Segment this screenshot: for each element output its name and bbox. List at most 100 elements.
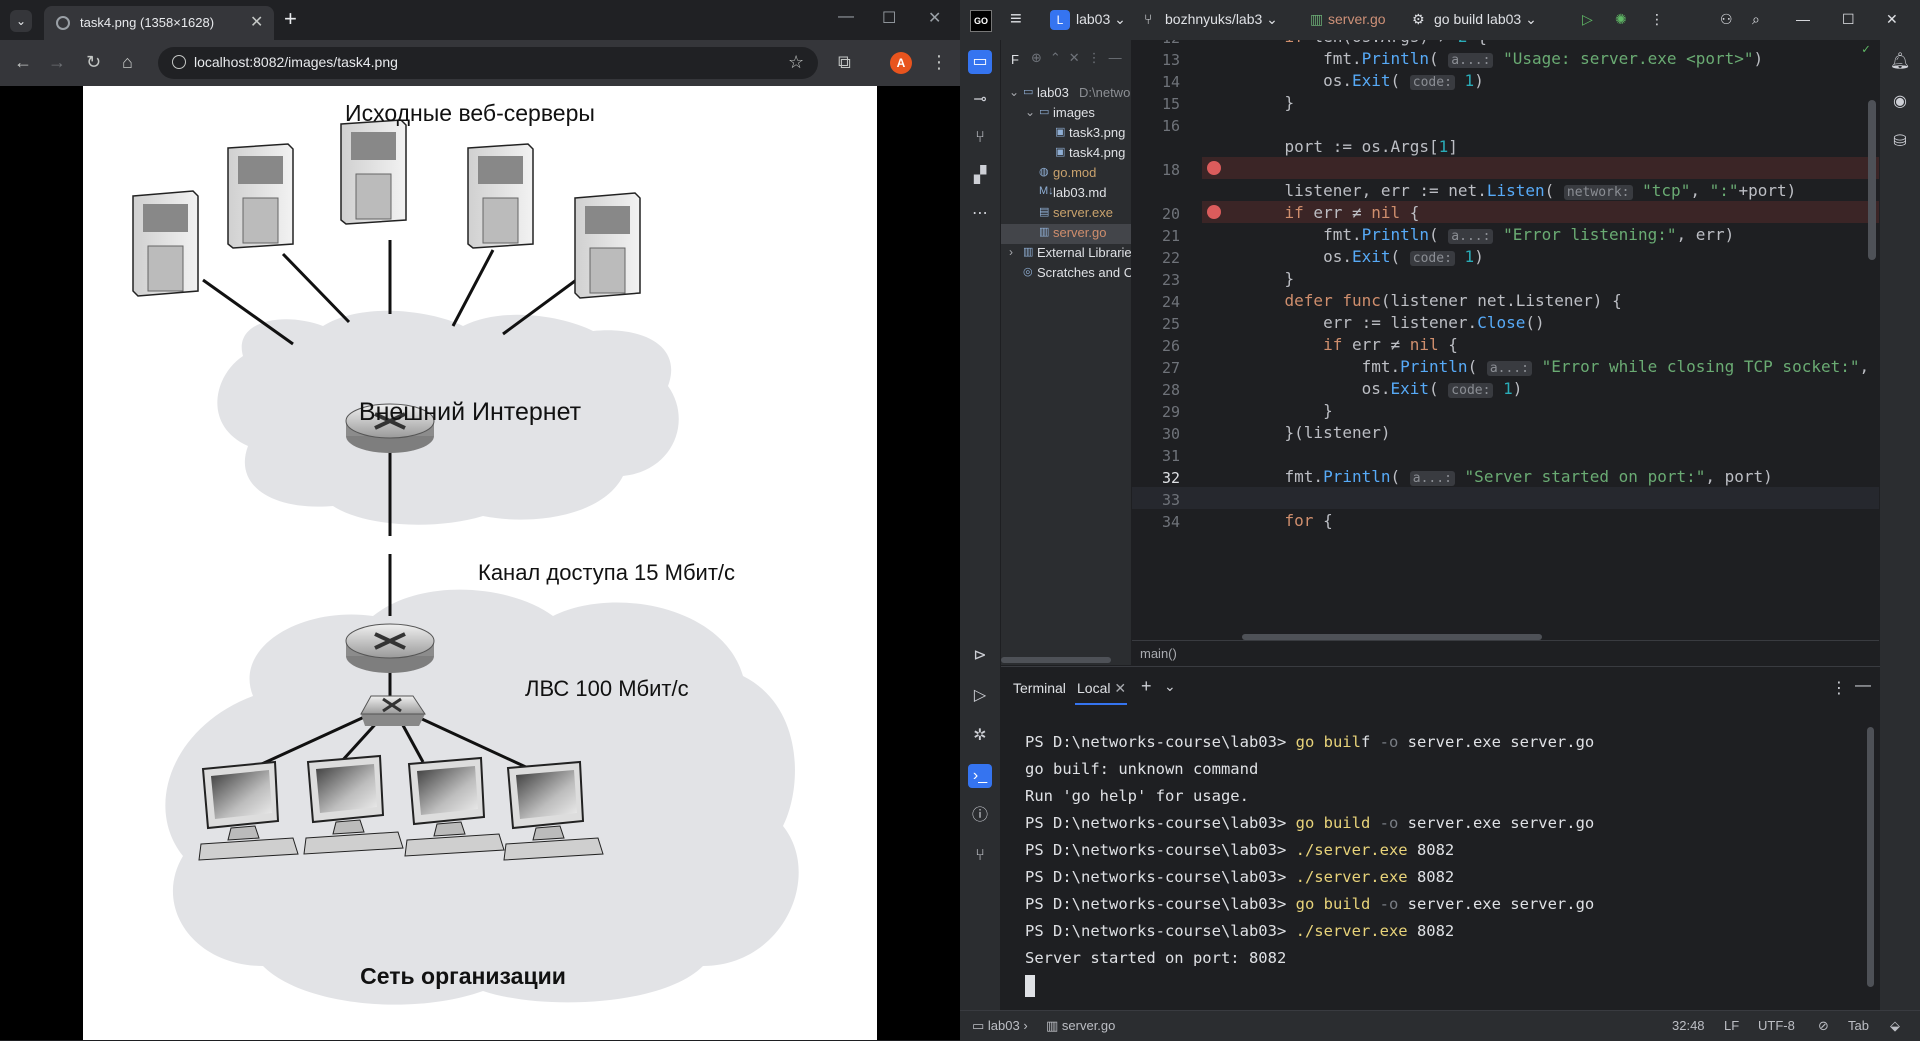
- structure-icon[interactable]: ▞: [968, 164, 992, 188]
- new-tab-button[interactable]: +: [284, 6, 297, 32]
- vertical-scrollbar[interactable]: [1868, 100, 1876, 260]
- indent-setting[interactable]: Tab: [1848, 1018, 1869, 1033]
- terminal-line: go builf: unknown command: [1025, 760, 1259, 778]
- read-only-icon[interactable]: ⊘: [1818, 1018, 1829, 1034]
- maximize-icon[interactable]: ☐: [1842, 11, 1855, 28]
- site-info-icon[interactable]: [172, 55, 186, 69]
- git-icon[interactable]: ⑂: [968, 844, 992, 868]
- tree-item[interactable]: ▣ task3.png: [1001, 124, 1131, 144]
- terminal-icon[interactable]: ›_: [968, 764, 992, 788]
- line-separator[interactable]: LF: [1724, 1018, 1739, 1033]
- goland-logo-icon: GO: [970, 10, 992, 32]
- close-window-icon[interactable]: ✕: [928, 8, 941, 28]
- terminal-panel[interactable]: Terminal Local ✕ + ⌄ ⋮ — PS D:\networks-…: [1001, 666, 1880, 1011]
- pull-requests-icon[interactable]: ⑂: [968, 126, 992, 150]
- forward-icon[interactable]: →: [48, 52, 66, 73]
- commit-icon[interactable]: ⊸: [968, 88, 992, 112]
- code-line: err := listener.Close(): [1246, 313, 1545, 332]
- tree-item-label: External Libraries: [1037, 245, 1131, 260]
- status-project[interactable]: ▭ lab03 ›: [972, 1018, 1028, 1034]
- tree-item[interactable]: M↓ lab03.md: [1001, 184, 1131, 204]
- debug-tool-icon[interactable]: ✲: [968, 724, 992, 748]
- close-tab-icon[interactable]: ✕: [250, 12, 263, 32]
- minimize-icon[interactable]: —: [1796, 11, 1810, 27]
- tree-item[interactable]: ⌄ ▭ images: [1001, 104, 1131, 124]
- extensions-icon[interactable]: ⧉: [838, 52, 851, 73]
- line-number: 12: [1132, 40, 1180, 47]
- bookmark-star-icon[interactable]: ☆: [788, 52, 804, 73]
- ide-title-bar: GO ≡ L lab03 ⌄ ⑂ bozhnyuks/lab3 ⌄ ▥ serv…: [960, 0, 1920, 40]
- tree-item[interactable]: ▥ server.go: [1001, 224, 1131, 244]
- code-line: if len(os.Args) ≠ 2 {: [1246, 40, 1487, 46]
- minimize-icon[interactable]: —: [838, 8, 854, 26]
- address-bar[interactable]: localhost:8082/images/task4.png ☆: [158, 47, 818, 79]
- more-tools-icon[interactable]: ⋯: [968, 202, 992, 226]
- project-switcher[interactable]: lab03 ⌄: [1076, 11, 1126, 28]
- panel-actions[interactable]: ⊕⌃✕⋮—: [1031, 50, 1130, 66]
- profile-avatar[interactable]: A: [890, 52, 912, 74]
- hide-panel-icon[interactable]: —: [1855, 677, 1871, 695]
- branch-switcher[interactable]: bozhnyuks/lab3 ⌄: [1165, 11, 1278, 28]
- run-icon[interactable]: ▷: [1582, 11, 1593, 28]
- run-config-selector[interactable]: go build lab03 ⌄: [1434, 11, 1537, 28]
- maximize-icon[interactable]: ☐: [882, 8, 896, 28]
- file-encoding[interactable]: UTF-8: [1758, 1018, 1795, 1033]
- notifications-icon[interactable]: 🔔︎: [1888, 50, 1912, 74]
- more-actions-icon[interactable]: ⋮: [1650, 11, 1664, 28]
- caret-position[interactable]: 32:48: [1672, 1018, 1705, 1033]
- switch-icon: [360, 695, 426, 726]
- breadcrumb-function[interactable]: main(): [1140, 646, 1177, 661]
- debug-icon[interactable]: ✺: [1615, 11, 1627, 28]
- tree-item[interactable]: ▤ server.exe: [1001, 204, 1131, 224]
- file-type-icon: ▥: [1039, 226, 1050, 238]
- tree-item[interactable]: › ▥ External Libraries: [1001, 244, 1131, 264]
- chevron-down-icon[interactable]: ⌄: [1025, 105, 1035, 119]
- ai-assistant-icon[interactable]: ◉: [1888, 90, 1912, 114]
- add-user-icon[interactable]: ⚇: [1720, 11, 1733, 28]
- tab-search-button[interactable]: ⌄: [10, 10, 32, 32]
- database-icon[interactable]: ⛁: [1888, 130, 1912, 154]
- back-icon[interactable]: ←: [14, 52, 32, 73]
- chevron-down-icon[interactable]: ⌄: [1164, 678, 1176, 695]
- main-menu-icon[interactable]: ≡: [1010, 8, 1022, 31]
- breakpoint-icon[interactable]: [1207, 161, 1221, 175]
- line-number: 26: [1161, 337, 1180, 355]
- code-line: }: [1246, 93, 1295, 112]
- search-icon[interactable]: ⌕: [1752, 11, 1760, 28]
- run-tool-icon[interactable]: ▷: [968, 684, 992, 708]
- local-tab[interactable]: Local ✕: [1077, 680, 1126, 697]
- horizontal-scrollbar[interactable]: [1001, 657, 1111, 663]
- tree-item[interactable]: ▣ task4.png: [1001, 144, 1131, 164]
- url-text[interactable]: localhost:8082/images/task4.png: [194, 54, 398, 70]
- code-line: }: [1246, 269, 1295, 288]
- vertical-scrollbar[interactable]: [1867, 727, 1874, 987]
- reload-icon[interactable]: ↻: [86, 52, 101, 73]
- new-terminal-icon[interactable]: +: [1141, 676, 1152, 697]
- open-file-tab[interactable]: server.go: [1328, 11, 1386, 27]
- services-icon[interactable]: ⊳: [968, 644, 992, 668]
- breakpoint-icon[interactable]: [1207, 205, 1221, 219]
- line-number: 15: [1161, 95, 1180, 113]
- browser-menu-icon[interactable]: ⋮: [930, 52, 948, 73]
- file-type-icon: ▥: [1023, 246, 1034, 258]
- chevron-right-icon[interactable]: ›: [1009, 245, 1013, 259]
- browser-tab[interactable]: task4.png (1358×1628) ✕: [44, 6, 274, 40]
- tree-item[interactable]: ◍ go.mod: [1001, 164, 1131, 184]
- tree-item[interactable]: ◎ Scratches and Cons: [1001, 264, 1131, 284]
- problems-icon[interactable]: ⓘ: [968, 804, 992, 828]
- status-bar: ▭ lab03 › ▥ server.go 32:48 LF UTF-8 ⊘ T…: [960, 1010, 1920, 1041]
- chevron-down-icon[interactable]: ⌄: [1009, 85, 1019, 99]
- terminal-tab[interactable]: Terminal: [1013, 680, 1066, 696]
- terminal-options-icon[interactable]: ⋮: [1831, 678, 1847, 698]
- lan-label: ЛВС 100 Мбит/с: [525, 676, 689, 701]
- close-window-icon[interactable]: ✕: [1886, 11, 1898, 28]
- project-badge[interactable]: L: [1050, 10, 1070, 30]
- status-file[interactable]: ▥ server.go: [1046, 1018, 1115, 1034]
- close-tab-icon[interactable]: ✕: [1114, 680, 1126, 696]
- lock-icon[interactable]: ⬙: [1890, 1018, 1900, 1034]
- code-line: for {: [1284, 511, 1333, 530]
- home-icon[interactable]: ⌂: [122, 52, 133, 73]
- project-folder-icon[interactable]: ▭: [968, 50, 992, 74]
- code-editor[interactable]: if len(os.Args) ≠ 2 { fmt.Println( a...:…: [1132, 40, 1879, 640]
- tree-item[interactable]: ⌄ ▭lab03 D:\networks-: [1001, 84, 1131, 104]
